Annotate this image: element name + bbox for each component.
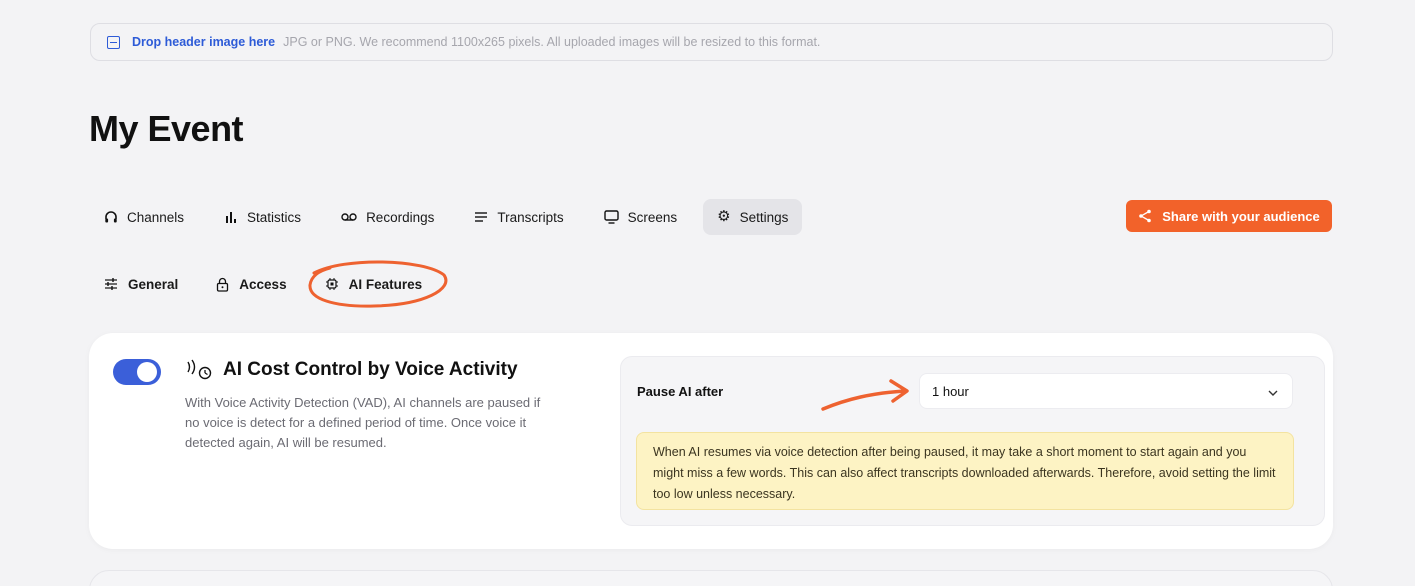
- pause-duration-value: 1 hour: [932, 383, 969, 399]
- tab-recordings[interactable]: Recordings: [327, 199, 448, 235]
- pause-label: Pause AI after: [637, 384, 724, 399]
- bar-chart-icon: [224, 210, 238, 224]
- subtab-access[interactable]: Access: [202, 268, 300, 300]
- tab-label: Channels: [127, 209, 185, 225]
- subtab-label: Access: [239, 276, 287, 292]
- headphones-icon: [104, 210, 118, 224]
- next-feature-card: [89, 570, 1333, 586]
- lines-icon: [474, 211, 488, 223]
- chip-icon: [325, 277, 339, 291]
- gear-icon: ⚙: [717, 208, 731, 225]
- tab-settings[interactable]: ⚙ Settings: [703, 199, 803, 235]
- dropzone-hint: JPG or PNG. We recommend 1100x265 pixels…: [283, 35, 821, 49]
- tab-label: Transcripts: [497, 209, 564, 225]
- tab-transcripts[interactable]: Transcripts: [460, 199, 577, 235]
- voice-activity-icon: [185, 359, 213, 381]
- settings-subtabs: General Access AI Features: [90, 268, 446, 300]
- subtab-label: General: [128, 276, 179, 292]
- header-image-dropzone[interactable]: Drop header image here JPG or PNG. We re…: [90, 23, 1333, 61]
- resume-warning-notice: When AI resumes via voice detection afte…: [636, 432, 1294, 510]
- page-title: My Event: [89, 108, 244, 149]
- page: Drop header image here JPG or PNG. We re…: [0, 0, 1415, 586]
- share-icon: [1138, 209, 1152, 223]
- recording-icon: [341, 212, 357, 222]
- arrow-annotation: [821, 379, 909, 411]
- tab-screens[interactable]: Screens: [590, 199, 692, 235]
- share-button[interactable]: Share with your audience: [1126, 200, 1332, 232]
- image-icon: [107, 35, 120, 49]
- tab-label: Recordings: [366, 209, 435, 225]
- monitor-icon: [603, 210, 619, 224]
- subtab-general[interactable]: General: [90, 268, 192, 300]
- pause-duration-select[interactable]: 1 hour: [919, 373, 1293, 409]
- ai-cost-control-card: AI Cost Control by Voice Activity With V…: [89, 333, 1333, 549]
- subtab-label: AI Features: [348, 276, 423, 292]
- feature-title-text: AI Cost Control by Voice Activity: [223, 359, 518, 380]
- tab-channels[interactable]: Channels: [90, 199, 198, 235]
- share-button-label: Share with your audience: [1162, 208, 1320, 224]
- lock-icon: [216, 277, 229, 292]
- subtab-ai-features[interactable]: AI Features: [311, 268, 437, 300]
- tab-label: Screens: [627, 209, 678, 225]
- feature-description: With Voice Activity Detection (VAD), AI …: [185, 395, 541, 450]
- sliders-icon: [104, 277, 118, 291]
- tab-label: Settings: [739, 209, 789, 225]
- tab-statistics[interactable]: Statistics: [210, 199, 315, 235]
- chevron-down-icon: [1268, 384, 1278, 399]
- dropzone-label: Drop header image here: [132, 35, 276, 49]
- main-tabs: Channels Statistics Recordings Transcrip…: [90, 199, 814, 235]
- feature-title: AI Cost Control by Voice Activity: [185, 359, 518, 381]
- vad-toggle[interactable]: [113, 359, 161, 385]
- pause-settings-panel: Pause AI after 1 hour When AI resumes vi…: [620, 356, 1325, 526]
- tab-label: Statistics: [247, 209, 302, 225]
